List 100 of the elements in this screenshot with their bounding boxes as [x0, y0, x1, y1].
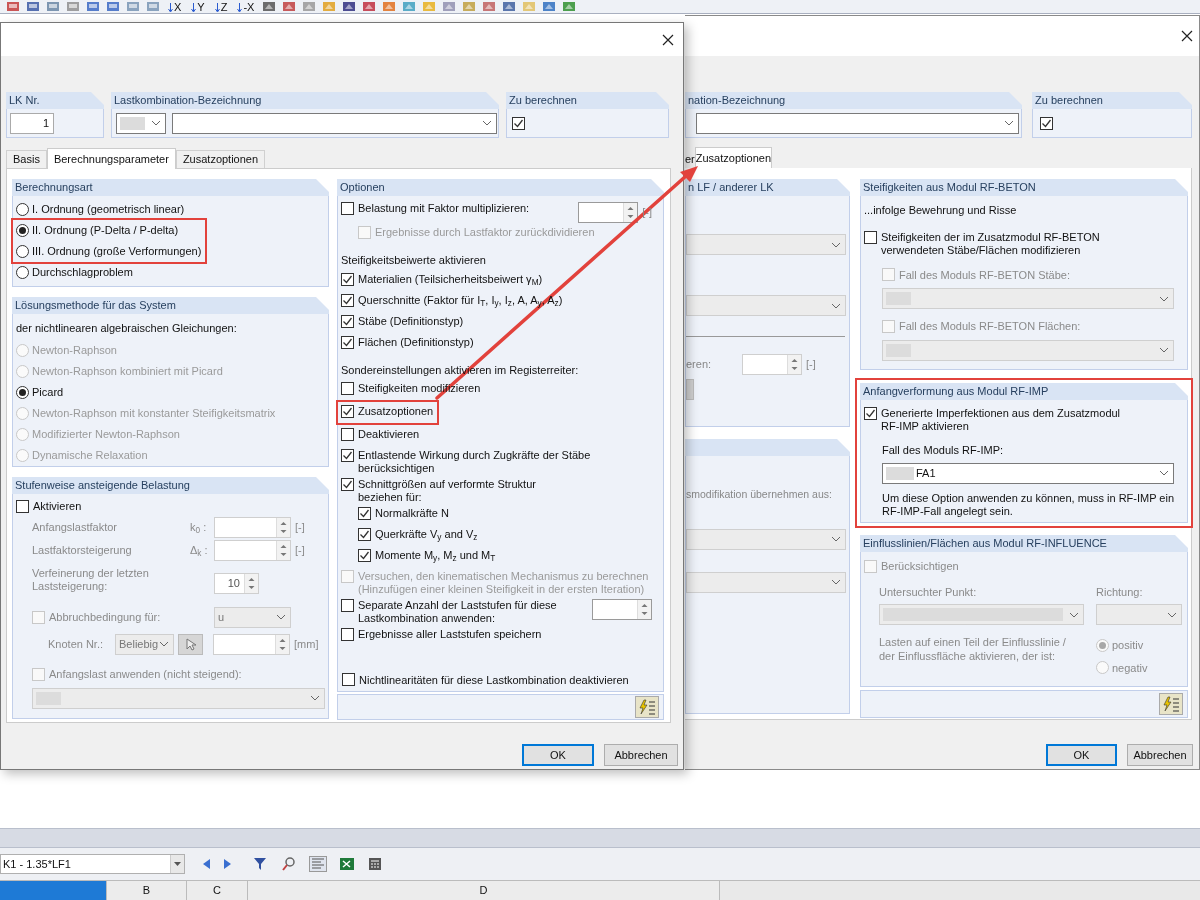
group-title: n LF / anderer LK	[688, 180, 774, 196]
toolbar-icon	[442, 2, 457, 12]
checkbox[interactable]	[341, 202, 354, 215]
radio-button[interactable]	[16, 385, 29, 399]
checkbox[interactable]	[16, 499, 29, 513]
checkbox[interactable]	[342, 673, 355, 687]
checkbox[interactable]	[358, 528, 371, 541]
axis-arrow-icon	[168, 3, 173, 13]
tab[interactable]: Zusatzoptionen	[175, 150, 266, 168]
axis-button[interactable]: Y	[189, 1, 207, 13]
option-label: Querkräfte V$_{y}$ and V$_{z}$	[375, 528, 478, 541]
axis-button[interactable]: Z	[212, 1, 230, 13]
spin-arrows-icon	[276, 541, 290, 560]
chevron-down-icon	[1167, 611, 1177, 618]
option-label: Momente M$_{y}$, M$_{z}$ und M$_{T}$	[375, 549, 496, 562]
combo-box[interactable]: K1 - 1.35*LF1	[0, 854, 185, 874]
option-label: positiv	[1112, 638, 1144, 653]
tab[interactable]: Berechnungsparameter	[46, 148, 176, 169]
spin-field[interactable]	[578, 202, 639, 223]
axis-button[interactable]: -X	[235, 1, 257, 13]
dialog-button[interactable]: Abbrechen	[604, 744, 678, 766]
radio-button[interactable]	[16, 245, 29, 258]
radio-button[interactable]	[16, 224, 29, 237]
option-label: Separate Anzahl der Laststufen für diese Lastkombination anwenden:	[358, 599, 557, 625]
field-label: eren:	[686, 357, 713, 373]
checkbox[interactable]	[341, 293, 354, 307]
option-label: Dynamische Relaxation	[32, 447, 148, 463]
chevron-down-icon	[310, 695, 320, 701]
tab[interactable]: Zusatzoptionen	[694, 147, 772, 168]
pick-button[interactable]	[178, 633, 203, 655]
chevron-down-icon	[276, 614, 286, 620]
chevron-down-icon	[831, 536, 841, 543]
cursor-icon	[185, 637, 196, 651]
spin-field[interactable]	[592, 599, 652, 620]
checkbox[interactable]	[341, 272, 354, 286]
toolbar-icon	[402, 2, 417, 12]
spin-arrows-icon	[244, 574, 258, 593]
tab[interactable]: Basis	[6, 150, 47, 168]
spin-field[interactable]	[214, 540, 291, 561]
dropdown[interactable]	[696, 112, 1019, 134]
checkbox[interactable]	[341, 335, 354, 349]
dialog-button[interactable]: Abbrechen	[1127, 744, 1193, 766]
option-label: Steifigkeiten der im Zusatzmodul RF-BETON verwendeten Stäbe/Flächen modifizieren	[881, 230, 1100, 257]
triangle-left-icon	[201, 858, 211, 870]
checkbox[interactable]	[341, 599, 354, 612]
option-label: Ergebnisse aller Laststufen speichern	[358, 628, 542, 641]
checkbox[interactable]	[358, 549, 371, 562]
spin-field[interactable]	[742, 354, 802, 375]
toolbar-icon	[522, 2, 537, 12]
checkbox[interactable]	[341, 314, 354, 328]
calculate-button[interactable]	[635, 696, 659, 718]
spin-arrows-icon	[787, 355, 801, 374]
chevron-down-icon	[831, 241, 841, 248]
dialog-button[interactable]: OK	[522, 744, 594, 766]
calculate-button[interactable]	[1159, 693, 1183, 715]
dropdown[interactable]	[172, 112, 497, 134]
spin-field[interactable]	[213, 633, 290, 655]
triangle-right-icon	[223, 858, 233, 870]
unit-label: [-]	[806, 357, 816, 373]
close-icon	[1181, 30, 1193, 42]
checkbox[interactable]	[341, 628, 354, 641]
toolbar-icon	[342, 2, 357, 12]
lightning-list-icon	[638, 699, 656, 715]
checkbox[interactable]	[864, 407, 877, 420]
option-label: III. Ordnung (große Verformungen)	[32, 244, 202, 260]
option-label: Newton-Raphson mit konstanter Steifigkeitsmatrix	[32, 405, 276, 421]
field-label: Fall des Moduls RF-IMP:	[881, 443, 1005, 458]
dropdown[interactable]: FA1	[882, 462, 1174, 484]
checkbox[interactable]	[358, 507, 371, 520]
checkbox[interactable]	[341, 428, 354, 441]
axis-button[interactable]: X	[166, 1, 184, 13]
checkbox[interactable]	[341, 449, 354, 462]
option-label: Schnittgrößen auf verformte Struktur beziehen für:	[358, 478, 536, 504]
checkbox[interactable]	[341, 405, 354, 418]
spin-field[interactable]	[214, 517, 291, 538]
symbol-label: Δ$_{k}$ :	[190, 543, 209, 559]
toolbar-icon	[146, 2, 160, 12]
button-edge	[686, 379, 694, 400]
dropdown[interactable]: u	[214, 606, 291, 628]
dropdown[interactable]	[116, 112, 166, 134]
checkbox[interactable]	[512, 116, 525, 130]
radio-button[interactable]	[16, 203, 29, 216]
number-field[interactable]: 1	[10, 112, 54, 134]
option-label: negativ	[1112, 660, 1148, 676]
checkbox[interactable]	[341, 478, 354, 491]
chevron-down-icon	[831, 579, 841, 586]
checkbox[interactable]	[1040, 116, 1053, 130]
option-label: I. Ordnung (geometrisch linear)	[32, 202, 185, 218]
spin-field[interactable]: 10	[214, 573, 259, 594]
unit-label: [-]	[295, 543, 305, 559]
checkbox[interactable]	[864, 230, 877, 244]
radio-button[interactable]	[16, 266, 29, 279]
dropdown[interactable]: Beliebig	[115, 633, 174, 655]
group-title: Lastkombination-Bezeichnung	[114, 93, 262, 109]
checkbox[interactable]	[341, 382, 354, 395]
toolbar-icon	[542, 2, 557, 12]
dialog-button[interactable]: OK	[1046, 744, 1117, 766]
blank-value-bar	[886, 466, 914, 480]
group-title: Lösungsmethode für das System	[15, 298, 176, 314]
blank-value-bar	[120, 116, 145, 130]
